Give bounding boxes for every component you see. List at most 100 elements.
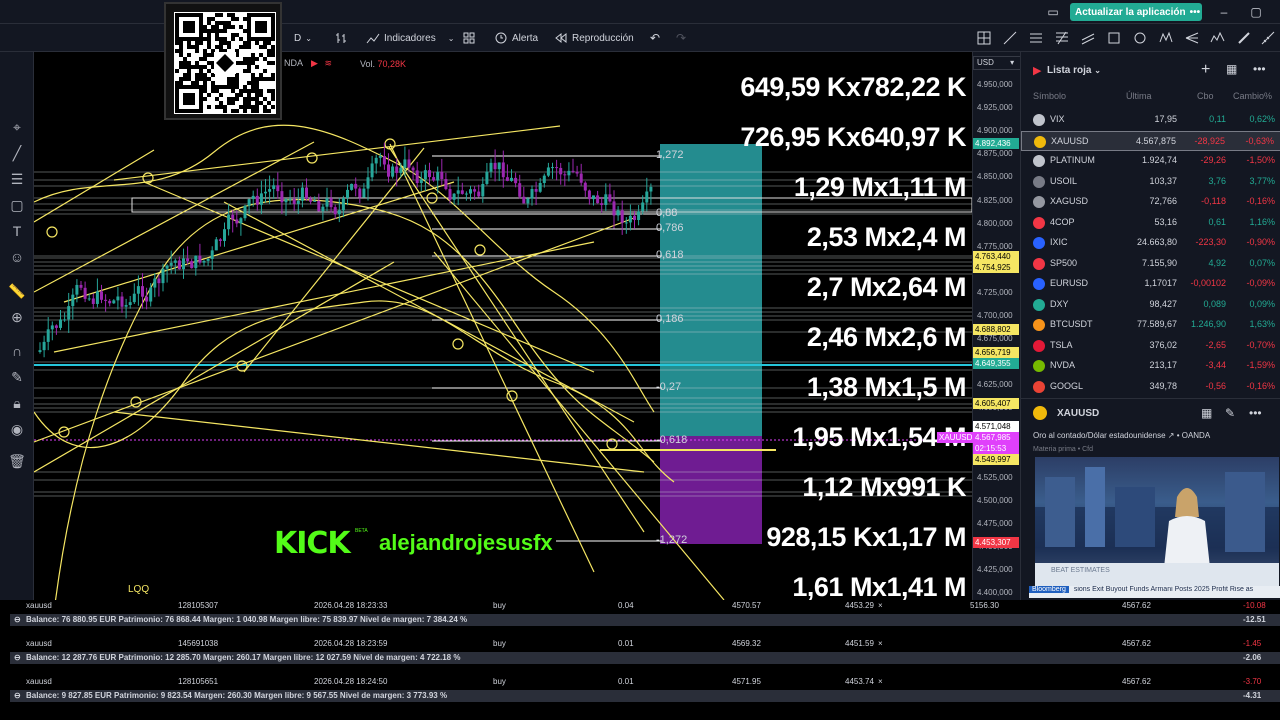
candle-body [145, 296, 149, 302]
fib-tool-icon[interactable]: ☰ [8, 170, 26, 188]
ruler-icon[interactable] [1260, 30, 1276, 46]
horizontal-lines-icon[interactable] [1028, 30, 1044, 46]
brush-icon[interactable] [1236, 30, 1252, 46]
qr-module [243, 69, 247, 73]
watchlist-symbol: SP500 [1050, 257, 1078, 268]
edit-icon[interactable]: ✎ [1225, 406, 1235, 420]
xabcd-pattern-icon[interactable] [1158, 30, 1174, 46]
watchlist-row[interactable]: XAGUSD 72,766 -0,118 -0,16% [1021, 192, 1280, 212]
xauusd-axis-tag: XAUUSD [937, 432, 975, 443]
parallel-channel-icon[interactable] [1080, 30, 1096, 46]
watchlist-row[interactable]: IXIC 24.663,80 -223,30 -0,90% [1021, 233, 1280, 253]
qr-module [199, 73, 203, 77]
qr-module [203, 85, 207, 89]
candle-body [583, 182, 587, 191]
trend-line-icon[interactable] [1002, 30, 1018, 46]
bar-style-icon[interactable] [334, 30, 348, 46]
lock-icon[interactable]: 🔒︎ [8, 394, 26, 412]
price-axis[interactable]: USD ▾ 4.950,000 4.925,000 4.900,000 4.875,0… [937, 52, 1021, 600]
crosshair-icon[interactable]: ⌖ [8, 118, 26, 136]
collapse-icon[interactable]: ⊖ [14, 653, 21, 662]
balance-row: ⊖ Balance: 9 827.85 EUR Patrimonio: 9 823… [10, 690, 1280, 702]
header-change-pct[interactable]: Cambio% [1233, 91, 1272, 101]
minimize-icon[interactable]: – [1216, 4, 1232, 20]
watchlist-row[interactable]: BTCUSDT 77.589,67 1.246,90 1,63% [1021, 315, 1280, 335]
templates-icon[interactable] [462, 30, 476, 46]
watchlist-row[interactable]: PLATINUM 1.924,74 -29,26 -1,50% [1021, 151, 1280, 171]
header-last[interactable]: Última [1126, 91, 1152, 101]
undo-icon[interactable]: ↶ [650, 30, 660, 46]
watchlist-last: 77.589,67 [1136, 319, 1177, 329]
watchlist-row[interactable]: XAUUSD 4.567,875 -28,925 -0,63% [1021, 130, 1280, 151]
watchlist-row[interactable]: DXY 98,427 0,089 0,09% [1021, 295, 1280, 315]
trash-icon[interactable]: 🗑︎ [8, 452, 26, 470]
layout-icon[interactable]: ▦ [1201, 406, 1212, 420]
collapse-icon[interactable]: ⊖ [14, 615, 21, 624]
close-icon[interactable]: × [878, 677, 883, 686]
candle-body [477, 191, 481, 197]
news-video[interactable]: BEAT ESTIMATES [1035, 457, 1279, 587]
symbol-logo-icon [1034, 135, 1046, 148]
watchlist-row[interactable]: GOOGL 349,78 -0,56 -0,16% [1021, 377, 1280, 397]
watchlist-row[interactable]: NVDA 213,17 -3,44 -1,59% [1021, 356, 1280, 376]
elliott-wave-icon[interactable] [1210, 30, 1226, 46]
text-tool-icon[interactable]: T [8, 222, 26, 240]
maximize-icon[interactable]: ▢ [1248, 4, 1264, 20]
update-app-button[interactable]: Actualizar la aplicación ••• [1070, 3, 1202, 21]
watchlist-row[interactable]: SP500 7.155,90 4,92 0,07% [1021, 254, 1280, 274]
pencil-lock-icon[interactable]: ✎ [8, 368, 26, 386]
circle-icon[interactable] [1132, 30, 1148, 46]
fib-retracement-icon[interactable] [1054, 30, 1070, 46]
watchlist-row[interactable]: USOIL 103,37 3,76 3,77% [1021, 172, 1280, 192]
candle-body [186, 258, 190, 262]
qr-module [251, 81, 255, 85]
alert-button[interactable]: Alerta [494, 30, 538, 46]
collapse-icon[interactable]: ⊖ [14, 691, 21, 700]
replay-button[interactable]: Reproducción [554, 30, 634, 46]
watchlist-title[interactable]: Lista roja ⌄ [1047, 65, 1101, 76]
zoom-in-icon[interactable]: ⊕ [8, 308, 26, 326]
ticker-text: sions Exit Buyout Funds Armani Posts 202… [1073, 586, 1254, 593]
watchlist-row[interactable]: TSLA 376,02 -2,65 -0,70% [1021, 336, 1280, 356]
pattern-icon[interactable] [976, 30, 992, 46]
external-link-icon[interactable]: ↗ [1168, 431, 1175, 440]
currency-selector[interactable]: USD ▾ [973, 56, 1021, 70]
close-icon[interactable]: × [878, 601, 883, 610]
header-change[interactable]: Cbo [1197, 91, 1214, 101]
trade-row[interactable]: xauusd 128105651 2026.04.28 18:24:50 buy 0.0… [0, 676, 1280, 688]
pitchfork-icon[interactable] [1184, 30, 1200, 46]
price-chart[interactable]: NDA ▶ ≋ Vol. 70,28K 1,272 0,88 0,786 0,618 0… [34, 52, 972, 600]
add-symbol-icon[interactable]: + [1201, 61, 1210, 79]
candle-body [514, 177, 518, 184]
trade-row[interactable]: xauusd 145691038 2026.04.28 18:23:59 buy 0.0… [0, 638, 1280, 650]
close-icon[interactable]: × [878, 639, 883, 648]
measure-icon[interactable]: 📏 [8, 282, 26, 300]
rectangle-icon[interactable] [1106, 30, 1122, 46]
line-tool-icon[interactable]: ╱ [8, 144, 26, 162]
interval-button[interactable]: D ⌄ [294, 30, 312, 46]
trade-row[interactable]: xauusd 128105307 2026.04.28 18:23:33 buy 0.0… [0, 600, 1280, 612]
watchlist-change-pct: -1,59% [1246, 360, 1275, 370]
watchlist-row[interactable]: VIX 17,95 0,11 0,62% [1021, 110, 1280, 130]
indicators-button[interactable]: Indicadores ⌄ [366, 30, 454, 46]
candle-body [464, 193, 468, 195]
shape-tool-icon[interactable]: ▢ [8, 196, 26, 214]
more-options-icon[interactable]: ••• [1249, 406, 1262, 420]
qr-module [179, 65, 183, 69]
watchlist-row[interactable]: 4COP 53,16 0,61 1,16% [1021, 213, 1280, 233]
candle-body [518, 183, 522, 197]
eye-icon[interactable]: ◉ [8, 420, 26, 438]
header-symbol[interactable]: Símbolo [1033, 91, 1066, 101]
qr-module [231, 37, 235, 41]
layout-icon[interactable]: ▦ [1226, 62, 1237, 76]
more-options-icon[interactable]: ••• [1253, 62, 1266, 76]
magnet-icon[interactable]: ∩ [8, 342, 26, 360]
candle-body [173, 260, 177, 263]
emoji-icon[interactable]: ☺ [8, 248, 26, 266]
qr-module [259, 45, 263, 49]
redo-icon[interactable]: ↷ [676, 30, 686, 46]
watchlist-row[interactable]: EURUSD 1,17017 -0,00102 -0,09% [1021, 274, 1280, 294]
qr-module [187, 45, 191, 49]
detail-symbol[interactable]: XAUUSD [1057, 408, 1099, 419]
window-layout-icon[interactable]: ▭ [1045, 4, 1061, 20]
